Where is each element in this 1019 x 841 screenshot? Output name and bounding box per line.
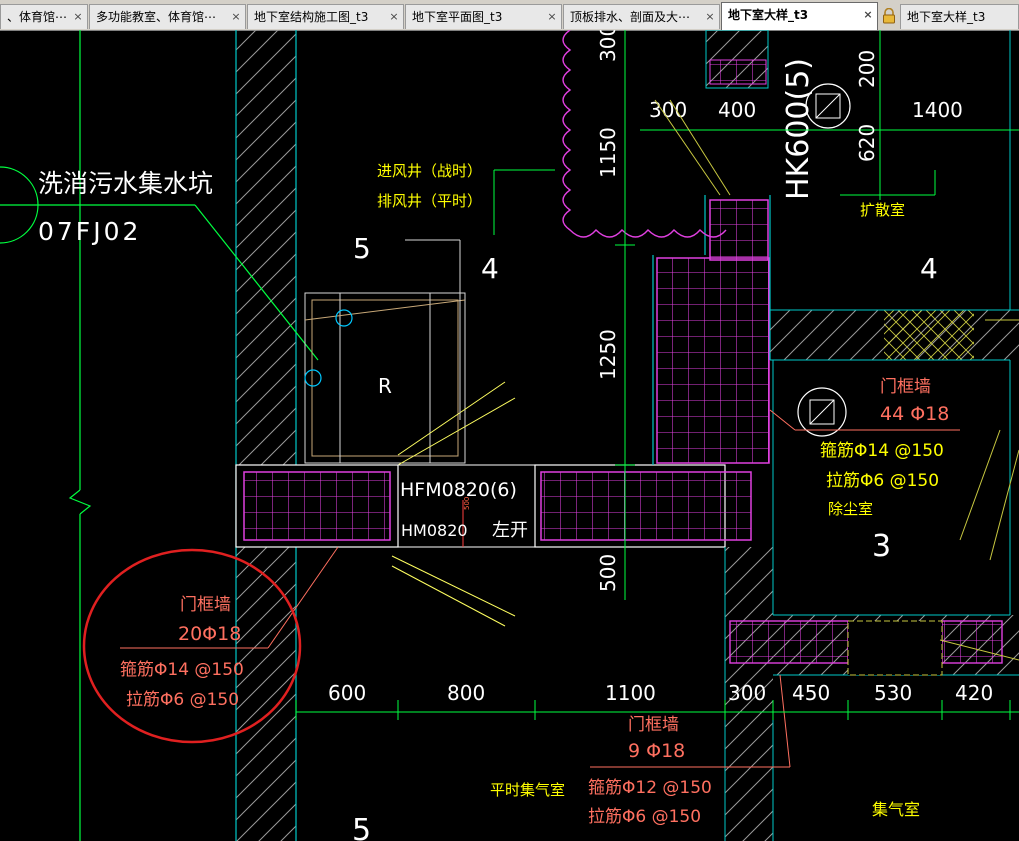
close-icon[interactable]: × <box>389 11 399 22</box>
area-number-4-left: 4 <box>481 252 499 285</box>
wall-a-main: 20Φ18 <box>178 623 241 645</box>
cad-window: 、体育馆⋯ × 多功能教室、体育馆⋯ × 地下室结构施工图_t3 × 地下室平面图_t… <box>0 0 1019 841</box>
close-icon[interactable]: × <box>231 11 241 22</box>
shaft-label-r: R <box>378 374 392 398</box>
close-icon[interactable]: × <box>705 11 715 22</box>
sump-title: 洗消污水集水坑 <box>38 169 213 198</box>
tab-label: 地下室大样_t3 <box>728 8 809 22</box>
room-air: 集气室 <box>872 800 920 819</box>
tab-label: 、体育馆⋯ <box>7 10 68 24</box>
dim-1150: 1150 <box>596 127 620 178</box>
lock-icon <box>883 8 895 24</box>
dim-500: 500 <box>596 554 620 592</box>
shaft-box <box>304 292 516 466</box>
wall-b-title: 门框墙 <box>880 377 931 397</box>
area-number-5-bottom: 5 <box>352 813 371 841</box>
dim-450: 450 <box>792 681 830 705</box>
wall-b-main: 44 Φ18 <box>880 403 949 425</box>
sump-code: 07FJ02 <box>38 217 141 246</box>
wall-b-stirrup: 箍筋Φ14 @150 <box>820 441 944 461</box>
dim-1400: 1400 <box>912 98 963 122</box>
room-diffusion: 扩散室 <box>860 201 905 219</box>
tab-document-4[interactable]: 地下室平面图_t3 × <box>405 4 562 29</box>
tab-label: 顶板排水、剖面及大⋯ <box>570 10 691 24</box>
door-frame-wall-middle <box>534 464 752 548</box>
dim-400: 400 <box>718 98 756 122</box>
door-small-dim: 500 <box>463 497 471 510</box>
dim-300-bottom: 300 <box>728 681 766 705</box>
tab-label: 地下室平面图_t3 <box>412 10 503 24</box>
wall-a-stirrup: 箍筋Φ14 @150 <box>120 660 244 680</box>
close-icon[interactable]: × <box>547 11 557 22</box>
close-icon[interactable]: × <box>73 11 83 22</box>
tab-document-1[interactable]: 、体育馆⋯ × <box>0 4 88 29</box>
wall-left-hatched <box>235 30 297 841</box>
tab-label: 地下室大样_t3 <box>907 10 986 24</box>
vent-out-label: 排风井（平时） <box>377 192 482 210</box>
area-number-3: 3 <box>872 529 891 564</box>
vent-in-label: 进风井（战时） <box>377 162 482 180</box>
dim-530: 530 <box>874 681 912 705</box>
room-dust: 除尘室 <box>828 500 873 518</box>
revision-cloud <box>562 30 727 238</box>
dim-620: 620 <box>855 124 879 162</box>
hk-label: HK600(5) <box>781 58 816 200</box>
tab-document-6-active[interactable]: 地下室大样_t3 × <box>721 2 878 30</box>
wall-a-tie: 拉筋Φ6 @150 <box>126 690 239 710</box>
dim-600: 600 <box>328 681 366 705</box>
drawing-canvas[interactable]: 洗消污水集水坑 07FJ02 R 进风井（战时） 排风井（平时） 5 4 4 3… <box>0 30 1019 841</box>
area-number-4-right: 4 <box>920 252 938 285</box>
dim-200: 200 <box>855 50 879 88</box>
valve-symbol-dust-room <box>797 387 847 437</box>
tab-document-5[interactable]: 顶板排水、剖面及大⋯ × <box>563 4 720 29</box>
area-number-5-top: 5 <box>353 232 371 265</box>
wall-c-title: 门框墙 <box>628 715 679 735</box>
grid-axis-left <box>68 30 92 841</box>
tab-document-3[interactable]: 地下室结构施工图_t3 × <box>247 4 404 29</box>
wall-c-main: 9 Φ18 <box>628 740 685 762</box>
tab-document-2[interactable]: 多功能教室、体育馆⋯ × <box>89 4 246 29</box>
door-frame-wall-left <box>235 464 399 548</box>
tab-label: 多功能教室、体育馆⋯ <box>96 10 217 24</box>
close-icon[interactable]: × <box>863 9 873 20</box>
room-peacetime-air: 平时集气室 <box>490 781 565 799</box>
wall-c-tie: 拉筋Φ6 @150 <box>588 807 701 827</box>
dim-800: 800 <box>447 681 485 705</box>
door-hfm-label: HFM0820(6) <box>400 479 517 501</box>
tab-label: 地下室结构施工图_t3 <box>254 10 369 24</box>
wall-b-tie: 拉筋Φ6 @150 <box>826 471 939 491</box>
wall-a-title: 门框墙 <box>180 595 231 615</box>
tab-document-7[interactable]: 地下室大样_t3 <box>900 4 1019 29</box>
dim-300-vertical: 300 <box>596 30 620 62</box>
column-rebar-vertical <box>652 195 771 465</box>
door-hm-label: HM0820 <box>401 521 468 540</box>
dim-420: 420 <box>955 681 993 705</box>
door-open-direction: 左开 <box>492 520 528 541</box>
dim-1100: 1100 <box>605 681 656 705</box>
wall-c-stirrup: 箍筋Φ12 @150 <box>588 778 712 798</box>
document-tab-bar: 、体育馆⋯ × 多功能教室、体育馆⋯ × 地下室结构施工图_t3 × 地下室平面图_t… <box>0 0 1019 31</box>
dim-1250: 1250 <box>596 329 620 380</box>
